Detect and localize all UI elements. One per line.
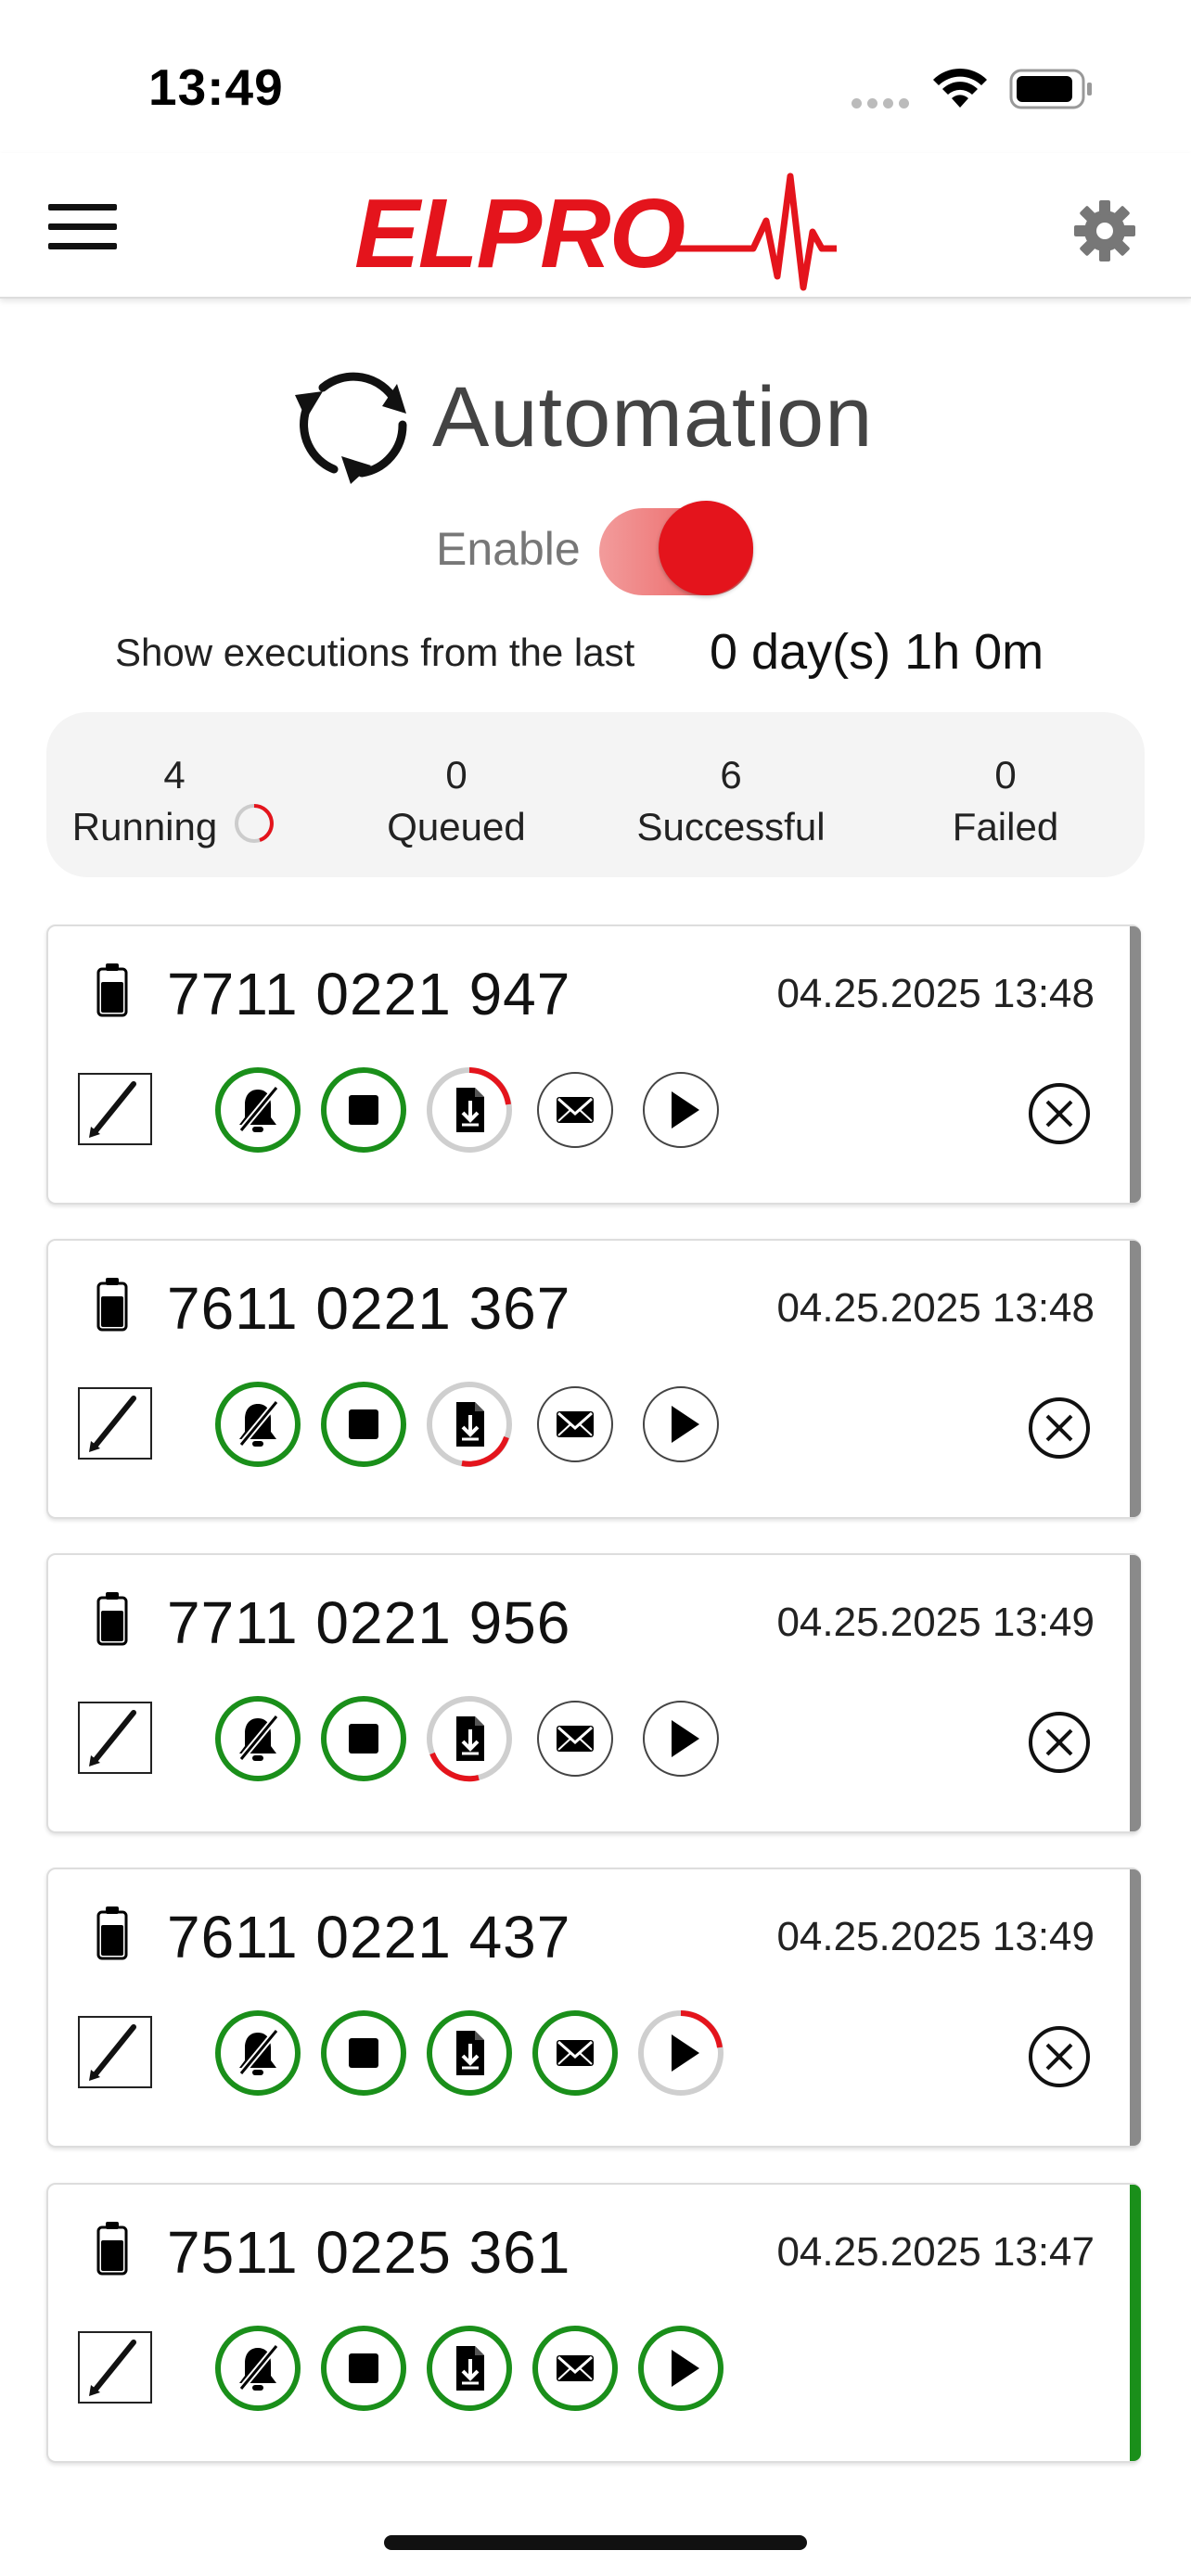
email-icon[interactable]	[531, 1380, 620, 1469]
logger-serial: 7711 0221 956	[167, 1589, 571, 1656]
cancel-execution-icon[interactable]	[1028, 2025, 1091, 2088]
enable-label: Enable	[436, 523, 581, 575]
edit-icon[interactable]	[78, 2331, 152, 2404]
email-icon[interactable]	[531, 2324, 620, 2413]
execution-datetime: 04.25.2025 13:49	[776, 1600, 1095, 1645]
status-indicator-bar	[1130, 1241, 1141, 1517]
stop-icon[interactable]	[319, 1380, 408, 1469]
execution-card[interactable]: 7711 0221 947 04.25.2025 13:48	[46, 925, 1141, 1205]
email-icon[interactable]	[531, 2009, 620, 2098]
edit-icon[interactable]	[78, 1387, 152, 1460]
loading-spinner-icon	[232, 801, 276, 859]
execution-card[interactable]: 7511 0225 361 04.25.2025 13:47	[46, 2183, 1141, 2463]
mute-alarm-icon[interactable]	[213, 1694, 302, 1783]
stop-icon[interactable]	[319, 2009, 408, 2098]
signal-icon	[852, 96, 915, 113]
download-document-icon[interactable]	[425, 1694, 514, 1783]
execution-datetime: 04.25.2025 13:48	[776, 971, 1095, 1016]
play-icon[interactable]	[636, 1694, 725, 1783]
mute-alarm-icon[interactable]	[213, 2324, 302, 2413]
edit-icon[interactable]	[78, 1702, 152, 1774]
settings-gear-icon[interactable]	[1072, 198, 1137, 268]
stop-icon[interactable]	[319, 1694, 408, 1783]
email-icon[interactable]	[531, 1694, 620, 1783]
execution-card[interactable]: 7711 0221 956 04.25.2025 13:49	[46, 1553, 1141, 1833]
status-indicator-bar	[1130, 1869, 1141, 2146]
logger-serial: 7511 0225 361	[167, 2219, 571, 2286]
download-document-icon[interactable]	[425, 1380, 514, 1469]
page-title: Automation	[432, 370, 874, 465]
logger-serial: 7711 0221 947	[167, 961, 571, 1027]
stop-icon[interactable]	[319, 1065, 408, 1154]
download-document-icon[interactable]	[425, 1065, 514, 1154]
execution-card[interactable]: 7611 0221 437 04.25.2025 13:49	[46, 1868, 1141, 2148]
mute-alarm-icon[interactable]	[213, 2009, 302, 2098]
status-time: 13:49	[148, 58, 284, 116]
svg-text:ELPRO: ELPRO	[354, 179, 685, 288]
execution-card[interactable]: 7611 0221 367 04.25.2025 13:48	[46, 1239, 1141, 1519]
cancel-execution-icon[interactable]	[1028, 1396, 1091, 1460]
stop-icon[interactable]	[319, 2324, 408, 2413]
execution-stats-panel: 4 Running 0 Queued 6 Successful 0 Failed	[46, 712, 1145, 877]
play-icon[interactable]	[636, 1065, 725, 1154]
play-icon[interactable]	[636, 1380, 725, 1469]
enable-toggle[interactable]	[599, 501, 753, 595]
wifi-icon	[931, 67, 989, 114]
logger-serial: 7611 0221 437	[167, 1904, 571, 1970]
status-indicator-bar	[1130, 2185, 1141, 2461]
logger-serial: 7611 0221 367	[167, 1275, 571, 1342]
stat-failed[interactable]: 0 Failed	[876, 749, 1135, 853]
download-document-icon[interactable]	[425, 2009, 514, 2098]
play-icon[interactable]	[636, 2324, 725, 2413]
logger-battery-icon	[96, 1906, 128, 1965]
cancel-execution-icon[interactable]	[1028, 1082, 1091, 1145]
edit-icon[interactable]	[78, 2016, 152, 2088]
menu-icon[interactable]	[48, 204, 117, 250]
cancel-execution-icon[interactable]	[1028, 1711, 1091, 1774]
battery-status-icon	[1009, 69, 1095, 114]
execution-datetime: 04.25.2025 13:49	[776, 1914, 1095, 1959]
execution-datetime: 04.25.2025 13:47	[776, 2229, 1095, 2275]
execution-datetime: 04.25.2025 13:48	[776, 1285, 1095, 1331]
status-indicator-bar	[1130, 1555, 1141, 1831]
email-icon[interactable]	[531, 1065, 620, 1154]
mute-alarm-icon[interactable]	[213, 1380, 302, 1469]
stat-successful[interactable]: 6 Successful	[601, 749, 861, 853]
stat-running[interactable]: 4 Running	[45, 749, 304, 859]
status-indicator-bar	[1130, 926, 1141, 1203]
play-icon[interactable]	[636, 2009, 725, 2098]
download-document-icon[interactable]	[425, 2324, 514, 2413]
executions-range-value[interactable]: 0 day(s) 1h 0m	[710, 623, 1044, 681]
logger-battery-icon	[96, 2222, 128, 2280]
elpro-logo: ELPRO	[354, 167, 837, 301]
edit-icon[interactable]	[78, 1073, 152, 1145]
logger-battery-icon	[96, 1278, 128, 1336]
automation-cycle-icon	[286, 352, 425, 496]
home-indicator	[384, 2535, 807, 2550]
stat-queued[interactable]: 0 Queued	[327, 749, 586, 853]
logger-battery-icon	[96, 963, 128, 1022]
mute-alarm-icon[interactable]	[213, 1065, 302, 1154]
logger-battery-icon	[96, 1592, 128, 1651]
executions-range-label: Show executions from the last	[115, 631, 635, 674]
